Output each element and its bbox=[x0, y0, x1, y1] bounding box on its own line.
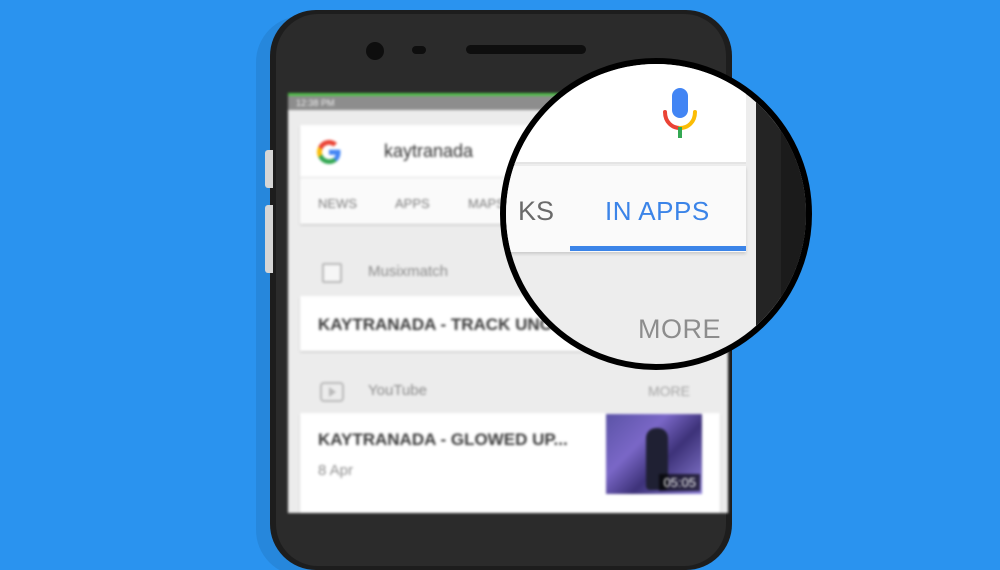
microphone-icon[interactable] bbox=[662, 88, 698, 142]
earpiece-speaker bbox=[466, 45, 586, 54]
magnifier-lens: KS IN APPS MORE bbox=[500, 58, 812, 370]
magnified-tab-partial[interactable]: KS bbox=[518, 196, 554, 227]
active-tab-indicator bbox=[570, 246, 746, 251]
magnified-divider bbox=[506, 162, 746, 164]
tab-apps[interactable]: APPS bbox=[395, 196, 430, 211]
phone-volume-button bbox=[265, 205, 273, 273]
result-title: KAYTRANADA - TRACK UNO bbox=[318, 315, 553, 334]
sensor-icon bbox=[412, 46, 426, 54]
youtube-icon bbox=[320, 382, 344, 402]
section-source-musixmatch: Musixmatch bbox=[368, 263, 449, 280]
checkbox-icon[interactable] bbox=[322, 263, 342, 283]
google-logo-icon bbox=[317, 140, 341, 164]
result-title: KAYTRANADA - GLOWED UP... bbox=[318, 430, 568, 449]
tab-in-apps[interactable]: IN APPS bbox=[605, 196, 710, 227]
phone-side-button bbox=[265, 150, 273, 188]
youtube-more-link[interactable]: MORE bbox=[648, 383, 690, 399]
status-time: 12:38 PM bbox=[296, 98, 335, 108]
video-thumbnail[interactable]: 05:05 bbox=[606, 414, 702, 494]
front-camera-icon bbox=[366, 42, 384, 60]
magnified-more-link[interactable]: MORE bbox=[638, 314, 721, 345]
search-query[interactable]: kaytranada bbox=[384, 141, 473, 162]
section-source-youtube: YouTube bbox=[368, 382, 427, 399]
magnified-search-bar bbox=[506, 64, 746, 164]
tab-news[interactable]: NEWS bbox=[318, 196, 357, 211]
video-duration: 05:05 bbox=[659, 474, 700, 491]
magnified-phone-bezel bbox=[781, 64, 806, 364]
result-date: 8 Apr bbox=[318, 462, 354, 479]
